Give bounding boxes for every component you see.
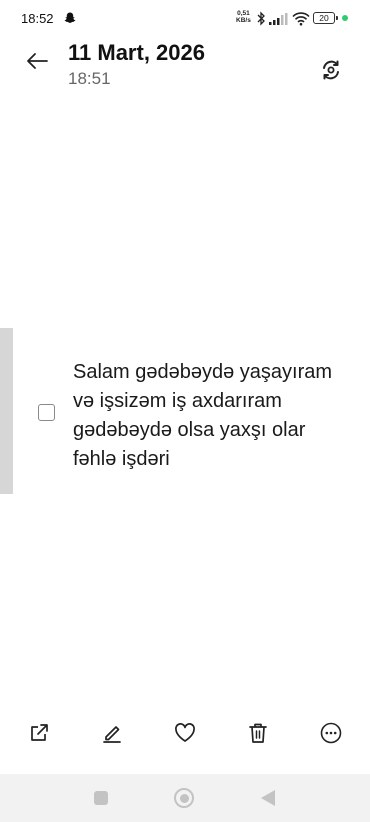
signal-icon	[269, 13, 288, 25]
delete-button[interactable]	[243, 718, 273, 748]
sync-icon	[323, 60, 339, 80]
snapchat-icon	[64, 12, 76, 23]
side-panel-tab[interactable]	[0, 328, 13, 494]
note-date: 11 Mart, 2026	[68, 40, 205, 65]
note-time: 18:51	[68, 69, 111, 88]
battery-icon: 20	[313, 12, 338, 24]
network-speed-value: 0,51	[237, 10, 250, 17]
sync-button[interactable]	[317, 56, 345, 84]
share-button[interactable]	[24, 718, 54, 748]
more-icon	[320, 722, 342, 744]
network-speed: 0,51 KB/s	[236, 10, 251, 24]
heart-icon	[175, 723, 195, 742]
back-triangle-icon[interactable]	[261, 790, 275, 806]
status-bar: 18:52 0,51 KB/s 20	[0, 0, 370, 36]
charging-dot	[342, 15, 348, 21]
trash-icon	[249, 723, 267, 743]
home-circle-icon[interactable]	[174, 788, 194, 808]
favorite-button[interactable]	[170, 718, 200, 748]
bluetooth-icon	[257, 11, 265, 26]
recents-square-icon[interactable]	[94, 791, 108, 805]
edit-button[interactable]	[97, 718, 127, 748]
item-text[interactable]: Salam gədəbəydə yaşayıram və işsizəm iş …	[73, 358, 353, 474]
edit-icon	[103, 726, 121, 743]
arrow-left-icon	[27, 53, 48, 69]
more-options-button[interactable]	[316, 718, 346, 748]
network-speed-unit: KB/s	[236, 17, 251, 24]
system-nav-bar	[0, 774, 370, 822]
wifi-icon	[292, 12, 310, 26]
back-button[interactable]	[20, 46, 54, 76]
status-time: 18:52	[21, 11, 54, 26]
note-toolbar	[0, 718, 370, 748]
share-icon	[31, 724, 48, 741]
item-checkbox[interactable]	[38, 404, 55, 421]
